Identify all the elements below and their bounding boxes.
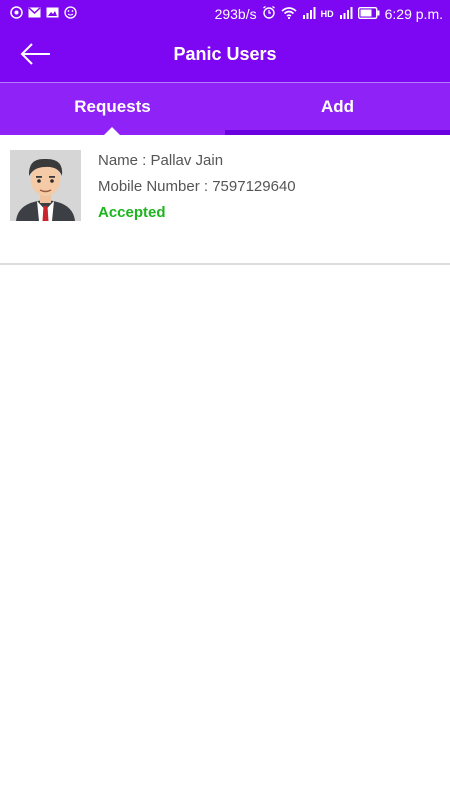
active-tab-notch bbox=[104, 127, 120, 135]
clock-time: 6:29 p.m. bbox=[384, 5, 443, 22]
hd-badge: HD bbox=[320, 8, 334, 19]
notification-icons bbox=[10, 6, 77, 19]
smiley-icon bbox=[64, 6, 77, 19]
network-speed: 293b/s bbox=[214, 5, 257, 22]
avatar bbox=[10, 150, 81, 221]
wifi-icon bbox=[281, 6, 297, 22]
tab-bar: Requests Add bbox=[0, 83, 450, 135]
tab-add-label: Add bbox=[320, 97, 355, 116]
tab-requests-label: Requests bbox=[74, 97, 151, 116]
app-bar: Panic Users bbox=[0, 28, 450, 82]
tab-requests[interactable]: Requests bbox=[0, 83, 225, 135]
status-bar: 293b/s HD 6:29 p.m. bbox=[0, 0, 450, 28]
user-mobile: Mobile Number : 7597129640 bbox=[98, 178, 296, 195]
gallery-icon bbox=[46, 6, 59, 19]
system-status: 293b/s HD 6:29 p.m. bbox=[215, 5, 443, 22]
status-badge: Accepted bbox=[98, 204, 166, 221]
tab-add[interactable]: Add bbox=[225, 83, 450, 135]
signal-icon-2 bbox=[339, 6, 353, 22]
alarm-icon bbox=[262, 5, 276, 22]
panic-users-list: Name : Pallav Jain Mobile Number : 75971… bbox=[0, 135, 450, 265]
whatsapp-icon bbox=[10, 6, 23, 19]
signal-icon bbox=[302, 6, 316, 22]
page-title: Panic Users bbox=[173, 44, 277, 64]
gmail-icon bbox=[28, 6, 41, 19]
battery-icon bbox=[357, 6, 380, 22]
user-details: Name : Pallav Jain Mobile Number : 75971… bbox=[98, 151, 296, 229]
user-name: Name : Pallav Jain bbox=[98, 152, 224, 169]
list-item[interactable]: Name : Pallav Jain Mobile Number : 75971… bbox=[0, 135, 450, 265]
